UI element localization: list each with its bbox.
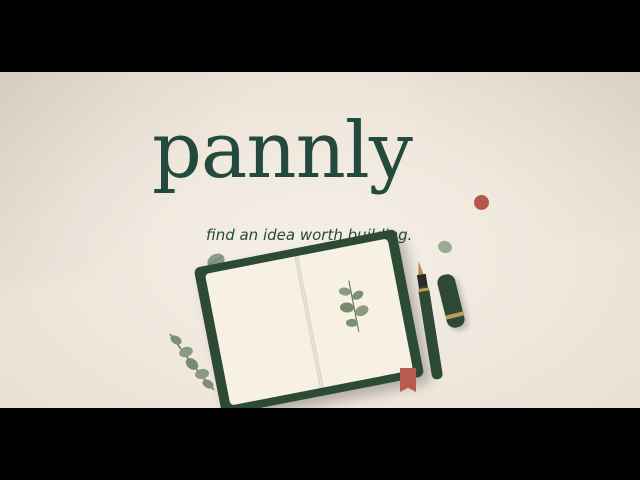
logo-dot bbox=[474, 195, 489, 210]
letterbox-bottom bbox=[0, 408, 640, 480]
shadow-streak bbox=[407, 72, 640, 260]
video-frame: pannly find an idea worth building. bbox=[0, 0, 640, 480]
letterbox-top bbox=[0, 0, 640, 72]
leaf-icon bbox=[438, 240, 452, 254]
hero-scene: pannly find an idea worth building. bbox=[0, 72, 640, 408]
pen-cap bbox=[435, 272, 467, 330]
wordmark: pannly bbox=[152, 106, 413, 196]
ribbon-clip bbox=[400, 368, 416, 392]
pen-cap-band bbox=[445, 311, 464, 320]
